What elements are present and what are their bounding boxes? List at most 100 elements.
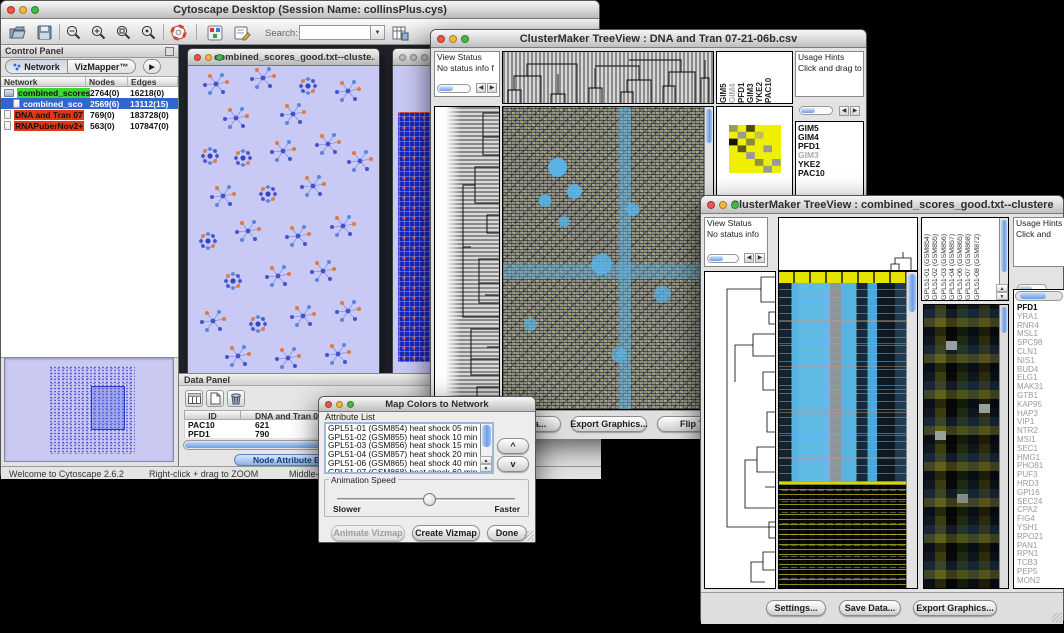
tv2-titlebar[interactable]: ClusterMaker TreeView : combined_scores_… bbox=[701, 196, 1063, 214]
tv1-column-dendrogram[interactable] bbox=[502, 51, 714, 104]
open-session-button[interactable] bbox=[8, 23, 27, 42]
tab-vizmapper[interactable]: VizMapper™ bbox=[68, 59, 136, 74]
window-controls[interactable] bbox=[707, 201, 739, 209]
network-table-row[interactable]: combined_scores 2764(0) 16218(0) bbox=[1, 87, 178, 98]
scroll-thumb[interactable] bbox=[709, 256, 723, 261]
minimize-icon[interactable] bbox=[205, 54, 212, 61]
scroll-thumb[interactable] bbox=[482, 425, 491, 447]
zoom-window-icon[interactable] bbox=[731, 201, 739, 209]
search-dropdown-button[interactable]: ▼ bbox=[371, 25, 385, 40]
tv2-zoom-view[interactable] bbox=[923, 304, 1009, 589]
zoom-out-button[interactable] bbox=[64, 23, 83, 42]
zoom-window-icon[interactable] bbox=[31, 6, 39, 14]
zoom-fit-button[interactable] bbox=[114, 23, 133, 42]
close-icon[interactable] bbox=[399, 54, 406, 61]
tv1-row-dendrogram[interactable] bbox=[434, 106, 500, 410]
window-controls[interactable] bbox=[325, 401, 354, 408]
help-button[interactable] bbox=[169, 23, 188, 42]
window-controls-inactive[interactable] bbox=[399, 54, 428, 61]
move-down-button[interactable]: v bbox=[497, 456, 529, 472]
select-attributes-button[interactable] bbox=[185, 390, 203, 407]
minimize-icon[interactable] bbox=[449, 35, 457, 43]
network-table-row[interactable]: RNAPuberNov2+ 563(0) 107847(0) bbox=[1, 120, 178, 131]
attribute-list[interactable]: GPL51-01 (GSM854) heat shock 05 minGPL51… bbox=[324, 422, 494, 474]
tv1-titlebar[interactable]: ClusterMaker TreeView : DNA and Tran 07-… bbox=[431, 30, 866, 48]
animate-vizmap-button[interactable]: Animate Vizmap bbox=[331, 525, 405, 541]
save-session-button[interactable] bbox=[35, 23, 54, 42]
zoom-window-icon[interactable] bbox=[347, 401, 354, 408]
tv2-save-data-button[interactable]: Save Data... bbox=[839, 600, 901, 616]
tv2-status-scrollbar[interactable] bbox=[707, 254, 739, 263]
close-icon[interactable] bbox=[437, 35, 445, 43]
scroll-up-icon[interactable]: ▲ bbox=[996, 284, 1008, 292]
import-network-button[interactable] bbox=[391, 23, 410, 42]
tv1-heatmap[interactable] bbox=[502, 106, 714, 410]
search-input[interactable] bbox=[299, 25, 371, 40]
scroll-down-icon[interactable]: ▼ bbox=[480, 464, 492, 472]
close-icon[interactable] bbox=[7, 6, 15, 14]
annotation-button[interactable] bbox=[233, 23, 252, 42]
tv1-hints-scrollbar[interactable] bbox=[799, 106, 833, 115]
network-view-titlebar[interactable]: combined_scores_good.txt--cluste... bbox=[188, 49, 379, 66]
window-controls[interactable] bbox=[7, 6, 39, 14]
close-icon[interactable] bbox=[707, 201, 715, 209]
close-icon[interactable] bbox=[194, 54, 201, 61]
scroll-right-icon[interactable]: ▶ bbox=[850, 106, 860, 116]
scroll-left-icon[interactable]: ◀ bbox=[839, 106, 849, 116]
scroll-right-icon[interactable]: ▶ bbox=[487, 83, 497, 93]
slider-thumb[interactable] bbox=[423, 493, 436, 506]
window-controls[interactable] bbox=[194, 54, 223, 61]
zoom-window-icon[interactable] bbox=[461, 35, 469, 43]
scroll-left-icon[interactable]: ◀ bbox=[744, 253, 754, 263]
network-canvas[interactable] bbox=[188, 66, 379, 373]
minimize-icon[interactable] bbox=[410, 54, 417, 61]
close-icon[interactable] bbox=[325, 401, 332, 408]
tv2-gene-hscrollbar[interactable] bbox=[1015, 291, 1063, 301]
scroll-right-icon[interactable]: ▶ bbox=[755, 253, 765, 263]
tv1-status-scrollbar[interactable] bbox=[437, 84, 471, 93]
tv2-column-labels-panel[interactable]: GPL51-01 (GSM854)GPL51-02 (GSM855)GPL51-… bbox=[921, 217, 1009, 301]
scroll-thumb[interactable] bbox=[801, 108, 815, 113]
scroll-thumb[interactable] bbox=[706, 109, 712, 143]
delete-attribute-button[interactable] bbox=[227, 390, 245, 407]
scroll-down-icon[interactable]: ▼ bbox=[996, 292, 1008, 300]
scroll-left-icon[interactable]: ◀ bbox=[476, 83, 486, 93]
tv1-column-labels-panel[interactable]: GIM5GIM4PFD1GIM3YKE2PAC10 bbox=[716, 51, 793, 104]
resize-grip[interactable] bbox=[524, 531, 534, 541]
window-controls[interactable] bbox=[437, 35, 469, 43]
move-up-button[interactable]: ^ bbox=[497, 438, 529, 454]
network-view-window[interactable]: combined_scores_good.txt--cluste... bbox=[187, 48, 380, 373]
birdseye-viewport-rect[interactable] bbox=[91, 386, 125, 430]
scroll-thumb[interactable] bbox=[1001, 307, 1007, 333]
create-attribute-button[interactable] bbox=[206, 390, 224, 407]
scroll-up-icon[interactable]: ▲ bbox=[480, 456, 492, 464]
scroll-thumb[interactable] bbox=[1001, 220, 1007, 272]
tv2-column-dendrogram[interactable] bbox=[778, 217, 918, 271]
plugin-manager-button[interactable] bbox=[205, 23, 224, 42]
attribute-list-item[interactable]: GPL51-07 (GSM868) heat shock 60 min bbox=[326, 468, 492, 474]
create-vizmap-button[interactable]: Create Vizmap bbox=[412, 525, 480, 541]
tab-network[interactable]: Network bbox=[5, 59, 68, 74]
scroll-thumb[interactable] bbox=[439, 86, 453, 91]
resize-grip[interactable] bbox=[1052, 613, 1062, 623]
minimize-icon[interactable] bbox=[719, 201, 727, 209]
network-table-row[interactable]: combined_sco 2569(6) 13112(15) bbox=[1, 98, 178, 109]
scroll-thumb[interactable] bbox=[1020, 293, 1046, 299]
zoom-selected-button[interactable] bbox=[139, 23, 158, 42]
tv2-settings-button[interactable]: Settings... bbox=[766, 600, 826, 616]
dialog-titlebar[interactable]: Map Colors to Network bbox=[319, 397, 535, 412]
scroll-thumb[interactable] bbox=[908, 274, 916, 312]
tv2-row-dendrogram[interactable] bbox=[704, 271, 776, 589]
tv2-zoom-vscrollbar[interactable] bbox=[999, 305, 1008, 588]
done-button[interactable]: Done bbox=[487, 525, 527, 541]
tv1-export-graphics-button[interactable]: Export Graphics... bbox=[571, 416, 647, 432]
tv2-heatmap-vscrollbar[interactable] bbox=[906, 272, 917, 588]
tv2-export-graphics-button[interactable]: Export Graphics... bbox=[913, 600, 997, 616]
main-titlebar[interactable]: Cytoscape Desktop (Session Name: collins… bbox=[1, 1, 599, 19]
tv2-heatmap[interactable] bbox=[778, 271, 918, 589]
zoom-window-icon[interactable] bbox=[216, 54, 223, 61]
animation-speed-slider[interactable] bbox=[337, 498, 515, 501]
minimize-icon[interactable] bbox=[19, 6, 27, 14]
zoom-in-button[interactable] bbox=[89, 23, 108, 42]
network-table-row[interactable]: DNA and Tran 07 769(0) 183728(0) bbox=[1, 109, 178, 120]
